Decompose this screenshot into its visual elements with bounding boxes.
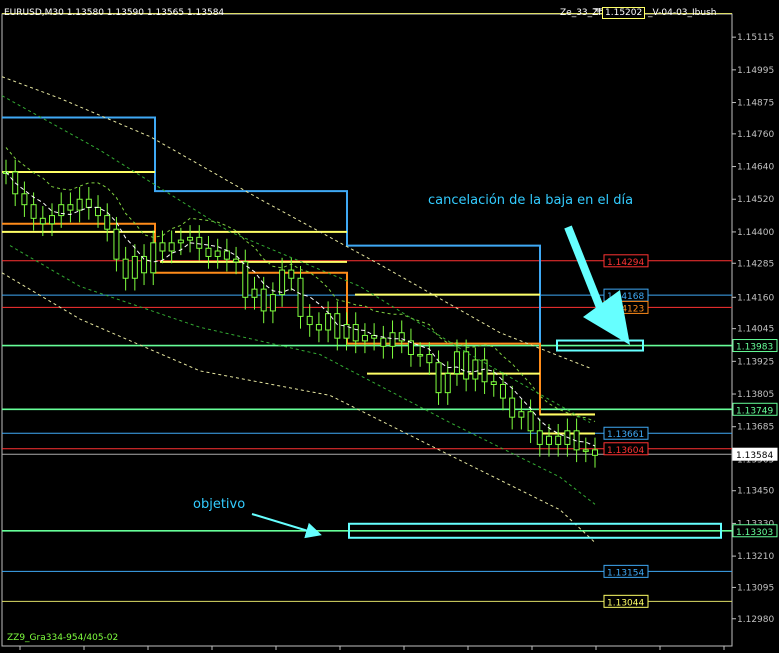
bottom-indicator-label: ZZ9_Gra334-954/405-02 [7, 633, 119, 643]
orange-step-line [2, 222, 595, 416]
candle-body [518, 411, 525, 418]
y-axis-label: 1.13925 [737, 357, 774, 367]
candle-body [453, 351, 460, 375]
indicator-suffix: _V-04-03_Ibush [648, 8, 717, 18]
candle-body [39, 217, 46, 225]
candle-body [49, 215, 56, 225]
candle-body [444, 373, 451, 394]
candle-body [104, 215, 111, 230]
chart-window: 1.15115 1.14995 1.14875 1.14760 1.14640 1.145… [0, 0, 779, 653]
candle-body [435, 362, 442, 394]
candle-body [297, 277, 304, 317]
price-tag-label: 1.13983 [736, 343, 773, 353]
candle-body [159, 242, 166, 252]
channel-upper [1, 76, 591, 369]
candle-body [352, 324, 359, 342]
y-axis-label: 1.14285 [737, 259, 774, 269]
price-tag-label: 1.13584 [736, 451, 773, 461]
candle-body [545, 435, 552, 445]
candle-body [426, 354, 433, 364]
candle-body [233, 258, 240, 263]
candle-body [67, 204, 74, 211]
candle-body [131, 255, 138, 279]
candle-body [177, 239, 184, 244]
candle-body [187, 236, 194, 241]
candle-body [196, 236, 203, 249]
candle-body [76, 198, 83, 211]
candle-body [113, 228, 120, 260]
y-axis-label: 1.13685 [737, 423, 774, 433]
price-tag-label: 1.14294 [607, 258, 644, 268]
candle-body [95, 206, 102, 217]
candle-body [306, 315, 313, 326]
candle-body [361, 334, 368, 342]
candle-body [509, 397, 516, 418]
candle-body [205, 247, 212, 257]
candle-body [279, 269, 286, 296]
candle-body [536, 430, 543, 445]
candle-body [334, 313, 341, 339]
candle-body [251, 288, 258, 298]
candle-body [269, 294, 276, 312]
indicator-box: 1.15202 [602, 7, 646, 19]
price-tag-label: 1.13303 [736, 528, 773, 538]
candle-body [122, 258, 129, 279]
price-tag-label: 1.13044 [607, 598, 644, 608]
y-axis-label: 1.14995 [737, 66, 774, 76]
candle-body [417, 354, 424, 357]
candle-body [242, 261, 249, 298]
symbol-info: EURUSD,M30 1.13580 1.13590 1.13565 1.135… [4, 8, 225, 18]
candle-body [168, 242, 175, 252]
candle-body [30, 204, 37, 219]
candle-body [380, 337, 387, 347]
candle-body [21, 193, 28, 206]
y-axis-label: 1.13805 [737, 390, 774, 400]
y-axis-label: 1.14520 [737, 195, 774, 205]
candle-body [85, 198, 92, 208]
candle-body [288, 269, 295, 279]
y-axis-label: 1.14760 [737, 130, 774, 140]
cancel-annotation-text: cancelación de la baja en el día [428, 193, 633, 208]
price-tag-label: 1.13154 [607, 568, 644, 578]
candle-body [472, 359, 479, 380]
price-chart[interactable]: 1.15115 1.14995 1.14875 1.14760 1.14640 1.145… [0, 0, 779, 653]
candle-body [499, 383, 506, 399]
y-axis-label: 1.12980 [737, 615, 774, 625]
y-axis-label: 1.13210 [737, 552, 774, 562]
candle-body [389, 332, 396, 347]
candle-body [527, 411, 534, 432]
candle-body [592, 449, 598, 456]
candle-body [223, 250, 230, 260]
candle-body [490, 381, 497, 385]
price-tag-label: 1.13661 [607, 430, 644, 440]
y-axis-label: 1.14045 [737, 325, 774, 335]
y-axis-label: 1.14875 [737, 99, 774, 109]
candle-body [463, 351, 470, 380]
candle-body [214, 250, 221, 257]
y-axis-label: 1.15115 [737, 33, 774, 43]
candle-body [260, 288, 267, 312]
candle-body [582, 449, 589, 452]
y-axis-label: 1.13450 [737, 487, 774, 497]
y-axis-label: 1.14640 [737, 163, 774, 173]
y-axis-label: 1.14160 [737, 293, 774, 303]
price-tag-label: 1.13749 [736, 406, 773, 416]
price-tag-label: 1.13604 [607, 446, 644, 456]
candle-body [555, 435, 562, 445]
blue-step-line [2, 116, 541, 352]
candle-body [150, 242, 157, 274]
y-axis-label: 1.13095 [737, 583, 774, 593]
target-annotation-text: objetivo [193, 497, 245, 512]
candle-body [315, 324, 322, 331]
y-axis-label: 1.14400 [737, 228, 774, 238]
candle-body [325, 313, 332, 331]
